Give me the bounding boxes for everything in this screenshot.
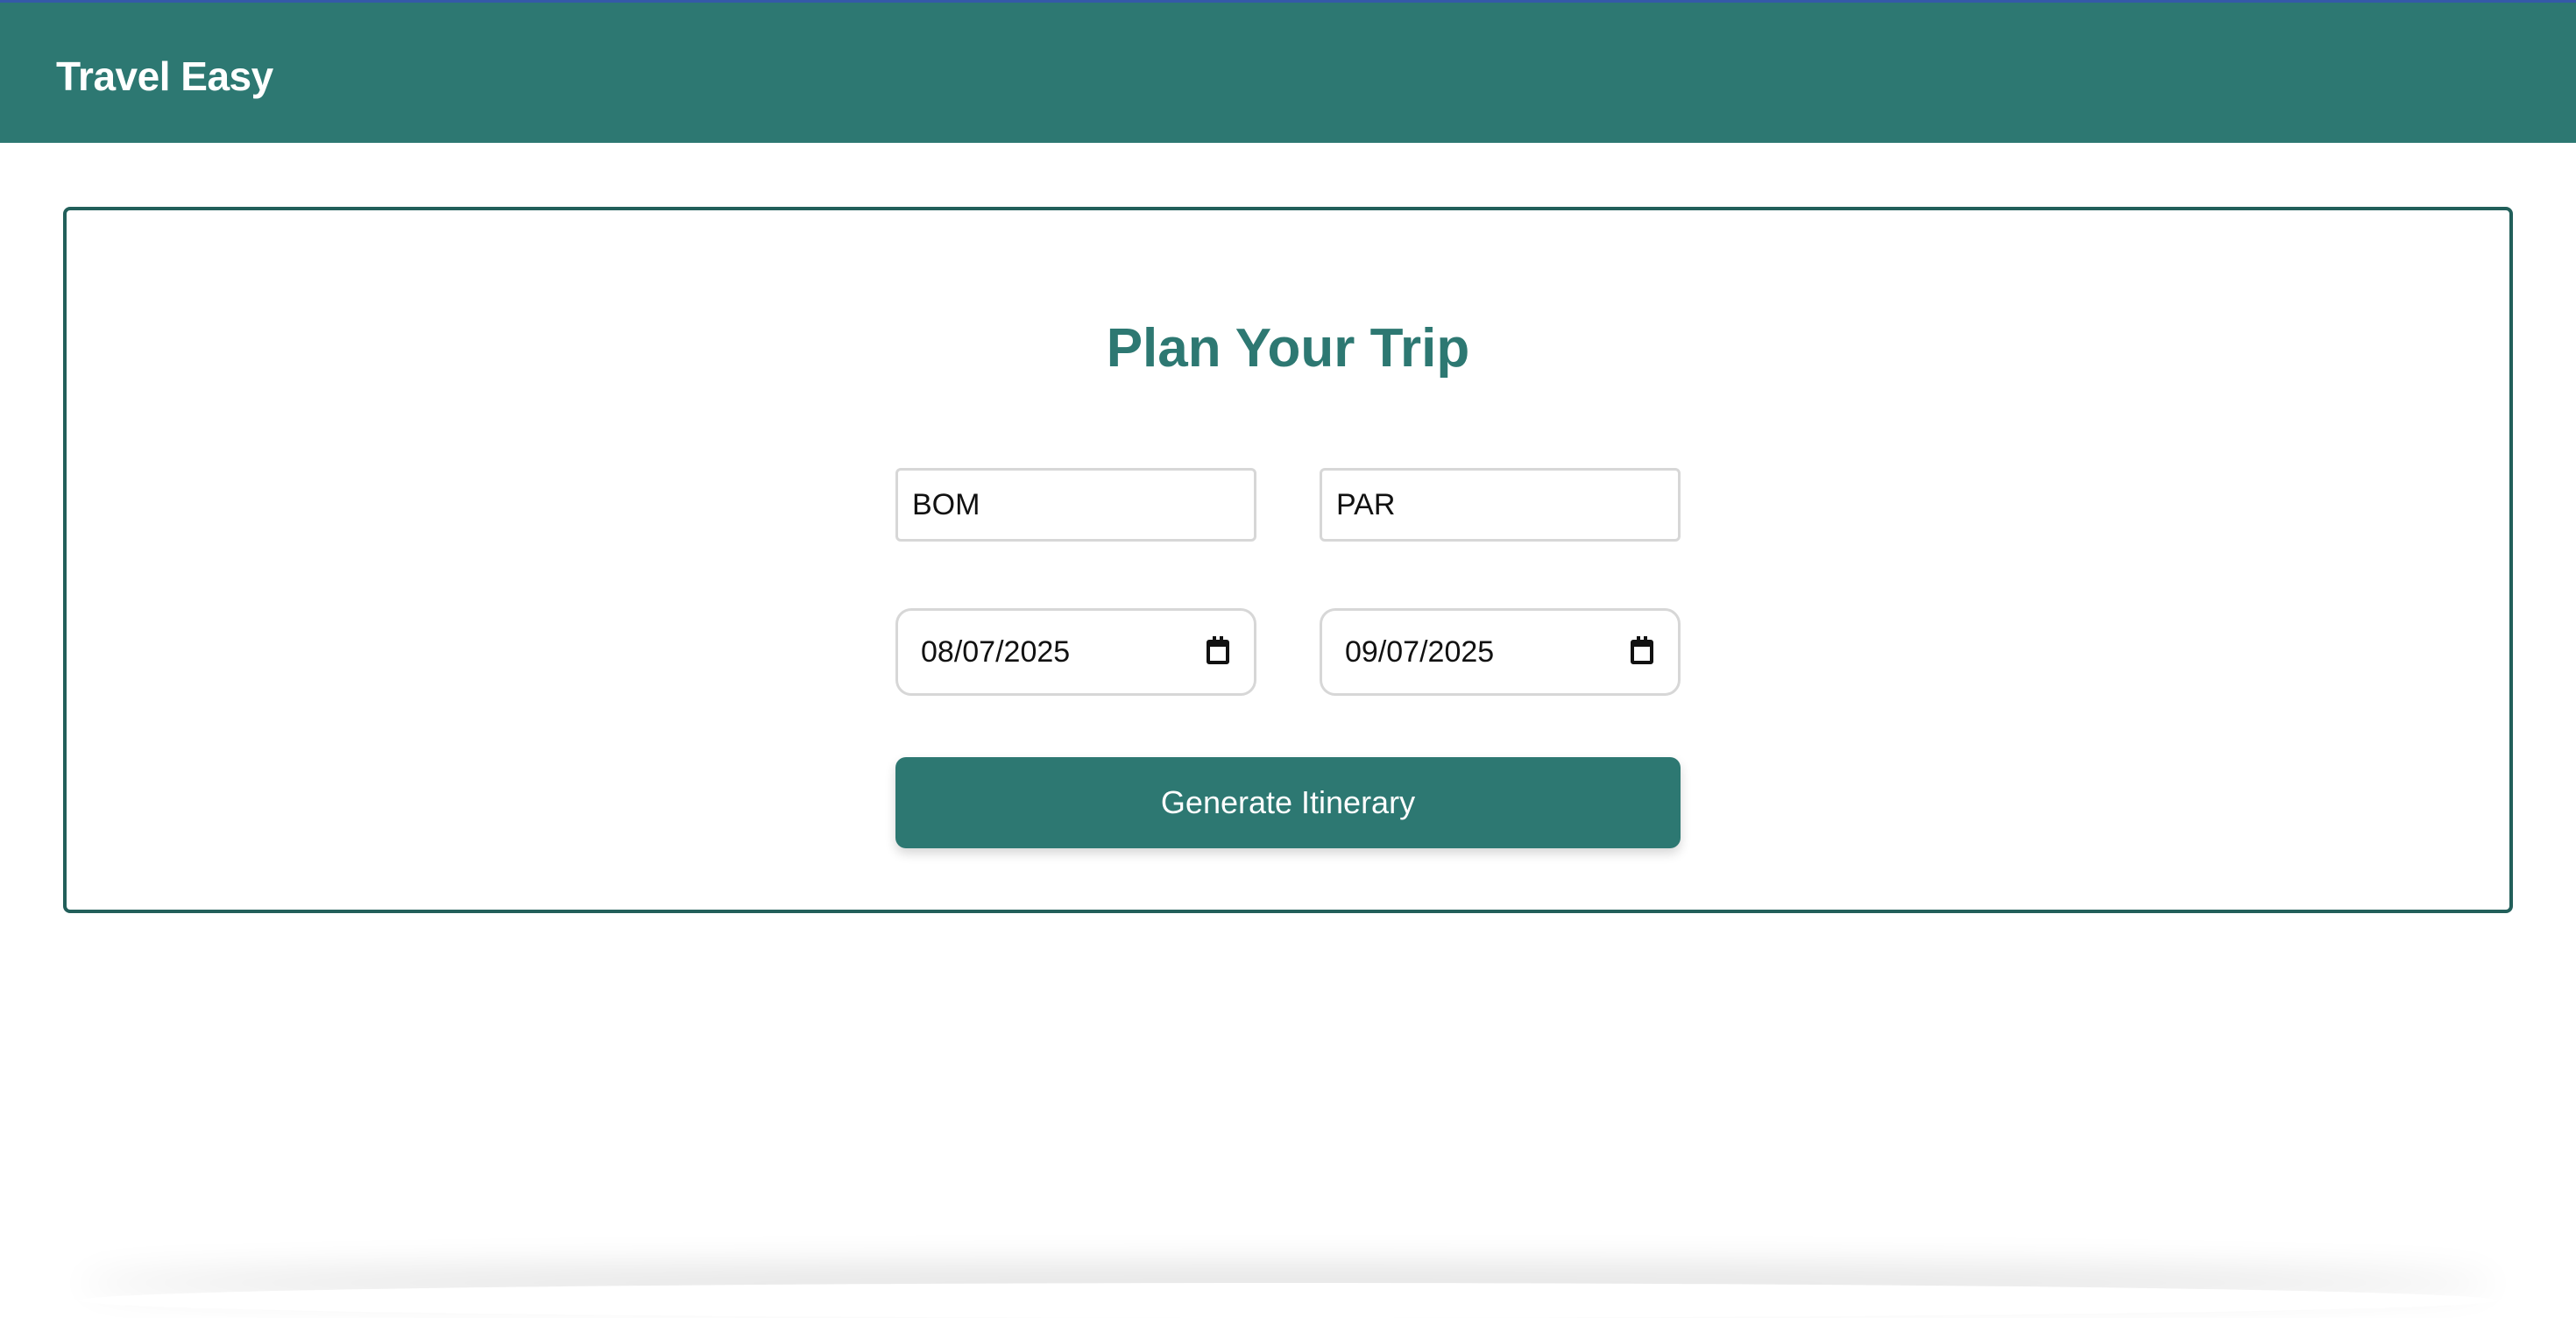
- end-date-input[interactable]: 09/07/2025: [1320, 608, 1681, 696]
- start-date-input[interactable]: 08/07/2025: [895, 608, 1256, 696]
- destination-value: PAR: [1336, 487, 1395, 522]
- brand-title[interactable]: Travel Easy: [56, 52, 273, 101]
- end-date-value: 09/07/2025: [1345, 634, 1494, 670]
- window-bottom-shadow: [79, 1283, 2497, 1318]
- trip-planner-card: Plan Your Trip BOM PAR 08/07/2025 09/07/…: [63, 207, 2513, 913]
- app-header: Travel Easy: [0, 3, 2576, 143]
- calendar-icon[interactable]: [1631, 640, 1653, 664]
- destination-input[interactable]: PAR: [1320, 468, 1681, 542]
- origin-value: BOM: [912, 487, 980, 522]
- generate-itinerary-button[interactable]: Generate Itinerary: [895, 757, 1681, 848]
- origin-input[interactable]: BOM: [895, 468, 1256, 542]
- page-title: Plan Your Trip: [67, 315, 2509, 382]
- start-date-value: 08/07/2025: [921, 634, 1070, 670]
- calendar-icon[interactable]: [1207, 640, 1229, 664]
